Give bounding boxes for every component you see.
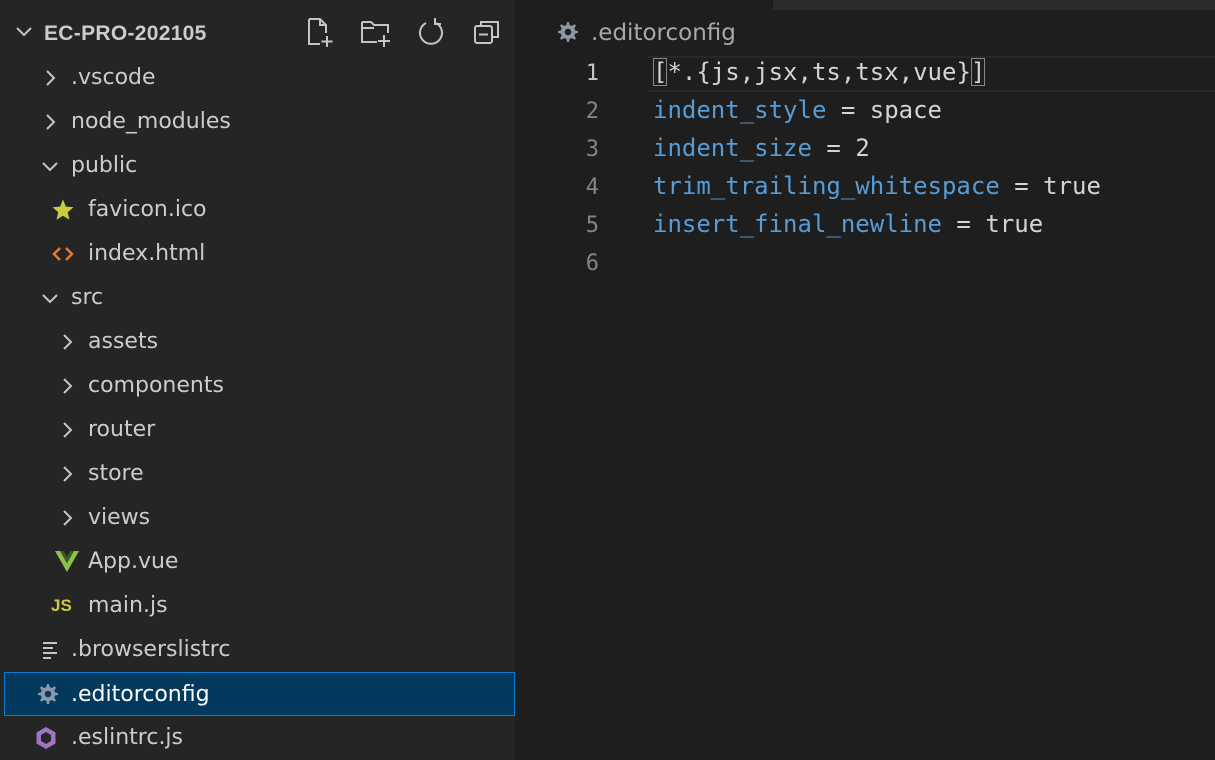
code-line[interactable]: trim_trailing_whitespace = true xyxy=(653,172,1101,200)
tree-item-label: index.html xyxy=(88,241,206,266)
bracket-close: ] xyxy=(970,58,986,86)
explorer-sidebar: EC-PRO-202105 .vscode node_modules publi… xyxy=(0,0,515,760)
tree-item-views[interactable]: views xyxy=(4,496,515,540)
line-number: 1 xyxy=(585,61,599,86)
tree-item-store[interactable]: store xyxy=(4,452,515,496)
star-icon xyxy=(52,199,74,220)
tree-item-label: favicon.ico xyxy=(88,197,207,222)
project-title[interactable]: EC-PRO-202105 xyxy=(44,22,207,46)
tree-item-router[interactable]: router xyxy=(4,408,515,452)
section-pattern: *.{js,jsx,ts,tsx,vue} xyxy=(667,58,971,86)
line-number: 3 xyxy=(585,137,599,162)
tree-item-favicon[interactable]: favicon.ico xyxy=(4,188,515,232)
tree-item-main-js[interactable]: JS main.js xyxy=(4,584,515,628)
vue-icon xyxy=(55,551,79,572)
tree-item-assets[interactable]: assets xyxy=(4,320,515,364)
line-number: 5 xyxy=(585,213,599,238)
chevron-down-icon[interactable] xyxy=(38,286,62,310)
tree-item-label: components xyxy=(88,373,224,398)
lines-icon xyxy=(43,642,57,659)
config-key: indent_style xyxy=(653,96,827,124)
config-value: 2 xyxy=(855,134,870,162)
tree-item-label: store xyxy=(88,461,144,486)
code-line[interactable]: insert_final_newline = true xyxy=(653,210,1043,238)
tree-item-label: .browserslistrc xyxy=(71,637,231,662)
chevron-down-icon[interactable] xyxy=(38,154,62,178)
tree-item-label: node_modules xyxy=(71,109,231,134)
eslint-icon xyxy=(36,727,56,749)
tree-item-label: src xyxy=(71,285,104,310)
tab-bar xyxy=(773,0,1215,10)
gear-icon xyxy=(38,684,58,704)
tree-item-label: .editorconfig xyxy=(71,682,210,707)
chevron-right-icon[interactable] xyxy=(55,506,79,530)
html-icon xyxy=(52,247,74,261)
tree-item-src[interactable]: src xyxy=(4,276,515,320)
refresh-icon[interactable] xyxy=(415,16,447,48)
chevron-right-icon[interactable] xyxy=(55,374,79,398)
equals-sign: = xyxy=(826,96,870,124)
chevron-right-icon[interactable] xyxy=(38,66,62,90)
chevron-down-icon[interactable] xyxy=(12,20,36,44)
config-value: space xyxy=(869,96,942,124)
tree-item-node-modules[interactable]: node_modules xyxy=(4,100,515,144)
config-key: insert_final_newline xyxy=(653,210,942,238)
chevron-right-icon[interactable] xyxy=(55,462,79,486)
tree-item-app-vue[interactable]: App.vue xyxy=(4,540,515,584)
tree-item-label: router xyxy=(88,417,156,442)
explorer-header[interactable]: EC-PRO-202105 xyxy=(0,12,515,56)
config-key: trim_trailing_whitespace xyxy=(653,172,1000,200)
chevron-right-icon[interactable] xyxy=(55,330,79,354)
equals-sign: = xyxy=(941,210,986,238)
tree-item-eslintrc[interactable]: .eslintrc.js xyxy=(4,716,515,760)
chevron-right-icon[interactable] xyxy=(38,110,62,134)
gear-icon xyxy=(558,22,578,42)
code-line[interactable]: indent_style = space xyxy=(653,96,942,124)
tree-item-components[interactable]: components xyxy=(4,364,515,408)
tree-item-label: App.vue xyxy=(88,549,179,574)
code-line[interactable]: indent_size = 2 xyxy=(653,134,870,162)
equals-sign: = xyxy=(811,134,856,162)
tree-item-public[interactable]: public xyxy=(4,144,515,188)
tree-item-editorconfig[interactable]: .editorconfig xyxy=(4,672,515,716)
tree-item-label: views xyxy=(88,505,151,530)
tree-item-index-html[interactable]: index.html xyxy=(4,232,515,276)
editor-pane: .editorconfig 1 2 3 4 5 6 [*.{js,jsx,ts,… xyxy=(515,0,1215,760)
line-number: 2 xyxy=(585,99,599,124)
tree-item-label: assets xyxy=(88,329,159,354)
tree-item-label: .eslintrc.js xyxy=(71,725,184,750)
tree-item-label: public xyxy=(71,153,138,178)
bracket-open: [ xyxy=(653,58,668,86)
line-number: 6 xyxy=(585,251,599,276)
collapse-all-icon[interactable] xyxy=(471,16,503,48)
config-key: indent_size xyxy=(653,134,812,162)
new-folder-icon[interactable] xyxy=(360,16,392,48)
new-file-icon[interactable] xyxy=(304,16,336,48)
equals-sign: = xyxy=(999,172,1044,200)
breadcrumb-file[interactable]: .editorconfig xyxy=(591,20,736,46)
chevron-right-icon[interactable] xyxy=(55,418,79,442)
tree-item-vscode[interactable]: .vscode xyxy=(4,56,515,100)
js-icon: JS xyxy=(51,596,72,615)
config-value: true xyxy=(985,210,1044,238)
code-line[interactable]: [*.{js,jsx,ts,tsx,vue}] xyxy=(653,58,986,86)
line-number: 4 xyxy=(585,175,599,200)
tree-item-label: .vscode xyxy=(71,65,156,90)
tree-item-label: main.js xyxy=(88,593,168,618)
tree-item-browserslistrc[interactable]: .browserslistrc xyxy=(4,628,515,672)
config-value: true xyxy=(1043,172,1101,200)
